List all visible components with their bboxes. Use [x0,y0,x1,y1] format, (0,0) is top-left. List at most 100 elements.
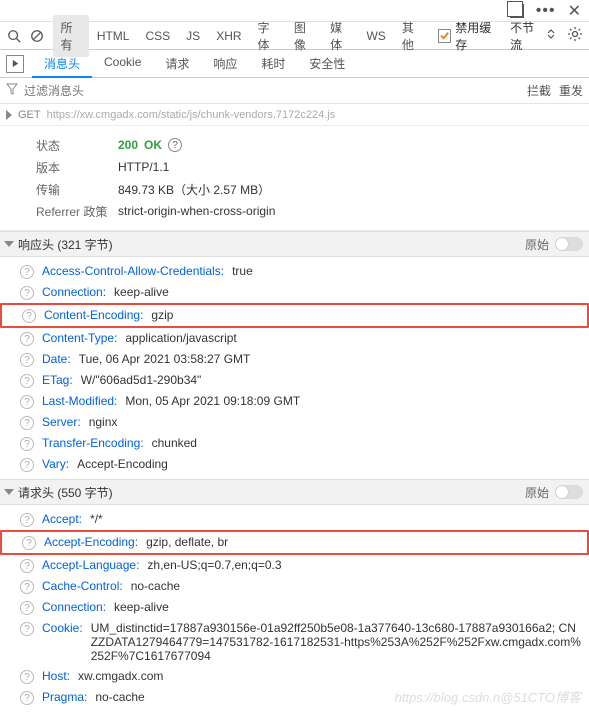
raw-toggle[interactable] [555,237,583,251]
panel-tab[interactable]: 消息头 [32,49,92,78]
header-name: Server: [42,415,81,429]
info-icon[interactable]: ? [20,691,34,705]
filter-tab-xhr[interactable]: XHR [208,25,249,47]
header-row: ? Server: nginx [0,412,589,433]
info-icon[interactable]: ? [22,536,36,550]
header-row: ? Content-Type: application/javascript [0,328,589,349]
raw-toggle[interactable] [555,485,583,499]
header-name: Vary: [42,457,69,471]
header-value: W/"606ad5d1-290b34" [81,373,202,387]
header-row: ?Cookie: UM_distinctid=17887a930156e-01a… [0,618,589,666]
header-value: application/javascript [125,331,236,345]
header-name: Host: [42,669,70,683]
gear-icon[interactable] [567,26,583,45]
header-name: Cookie: [42,621,83,635]
request-headers-title: 请求头 (550 字节) [18,484,113,501]
filter-headers-input[interactable] [24,84,521,98]
header-name: Content-Encoding: [44,308,143,322]
header-name: Connection: [42,600,106,614]
referrer-value: strict-origin-when-cross-origin [118,204,275,218]
header-name: Transfer-Encoding: [42,436,144,450]
transfer-value: 849.73 KB（大小 2.57 MB） [118,181,270,198]
info-icon[interactable]: ? [20,622,34,636]
status-text: OK [144,138,162,152]
info-icon[interactable]: ? [20,374,34,388]
panel-tab[interactable]: 请求 [153,49,201,78]
header-value: zh,en-US;q=0.7,en;q=0.3 [147,558,281,572]
raw-label: 原始 [525,484,549,501]
block-button[interactable]: 拦截 [527,82,551,99]
filter-tab-html[interactable]: HTML [89,25,138,47]
search-icon[interactable] [6,28,21,44]
header-row: ?Accept: */* [0,509,589,530]
header-row: ?Cache-Control: no-cache [0,576,589,597]
disable-cache-label: 禁用缓存 [455,19,500,53]
header-value: Tue, 06 Apr 2021 03:58:27 GMT [79,352,251,366]
header-row: ?Content-Encoding: gzip [0,303,589,328]
status-code: 200 [118,138,138,152]
header-value: no-cache [95,690,144,704]
header-value: chunked [152,436,197,450]
funnel-icon [6,83,18,98]
panel-tab[interactable]: 耗时 [249,49,297,78]
info-icon[interactable]: ? [22,309,36,323]
header-row: ?Accept-Language: zh,en-US;q=0.7,en;q=0.… [0,555,589,576]
header-name: Content-Type: [42,331,117,345]
dock-icon[interactable] [510,4,524,18]
header-value: Mon, 05 Apr 2021 09:18:09 GMT [125,394,300,408]
info-icon[interactable]: ? [20,332,34,346]
panel-tab[interactable]: Cookie [92,49,153,78]
header-row: ? Connection: keep-alive [0,282,589,303]
info-icon[interactable]: ? [20,395,34,409]
more-icon[interactable]: ••• [536,2,556,20]
header-name: Date: [42,352,71,366]
filter-tab-css[interactable]: CSS [137,25,178,47]
info-icon[interactable]: ? [20,353,34,367]
header-name: Connection: [42,285,106,299]
filter-tab-js[interactable]: JS [178,25,208,47]
panel-tab[interactable]: 安全性 [297,49,357,78]
info-icon[interactable]: ? [20,580,34,594]
header-name: ETag: [42,373,73,387]
header-value: keep-alive [114,285,169,299]
toggle-details-icon[interactable] [6,55,24,73]
header-value: gzip, deflate, br [146,535,228,549]
header-row: ? Pragma: no-cache [0,687,589,708]
info-icon[interactable]: ? [168,138,182,152]
collapse-icon[interactable] [4,489,14,495]
header-name: Pragma: [42,690,87,704]
header-value: true [232,264,253,278]
info-icon[interactable]: ? [20,601,34,615]
info-icon[interactable]: ? [20,265,34,279]
header-name: Accept: [42,512,82,526]
panel-tab[interactable]: 响应 [201,49,249,78]
header-row: ? Accept-Encoding: gzip, deflate, br [0,530,589,555]
header-value: nginx [89,415,118,429]
header-row: ? Date: Tue, 06 Apr 2021 03:58:27 GMT [0,349,589,370]
transfer-label: 传输 [36,181,108,198]
response-headers-title: 响应头 (321 字节) [18,236,113,253]
filter-tab-其他[interactable]: 其他 [394,15,430,57]
header-row: ? Vary: Accept-Encoding [0,454,589,475]
header-name: Accept-Encoding: [44,535,138,549]
filter-tab-ws[interactable]: WS [358,25,393,47]
info-icon[interactable]: ? [20,416,34,430]
header-value: Accept-Encoding [77,457,168,471]
header-value: no-cache [131,579,180,593]
info-icon[interactable]: ? [20,513,34,527]
expand-icon[interactable] [6,110,12,120]
collapse-icon[interactable] [4,241,14,247]
resend-button[interactable]: 重发 [559,82,583,99]
close-icon[interactable]: ✕ [568,1,581,21]
info-icon[interactable]: ? [20,286,34,300]
info-icon[interactable]: ? [20,670,34,684]
header-name: Access-Control-Allow-Credentials: [42,264,224,278]
header-row: ? Transfer-Encoding: chunked [0,433,589,454]
info-icon[interactable]: ? [20,458,34,472]
info-icon[interactable]: ? [20,559,34,573]
disable-cache-checkbox[interactable]: 禁用缓存 [438,19,500,53]
info-icon[interactable]: ? [20,437,34,451]
clear-icon[interactable] [29,28,44,44]
throttle-select[interactable]: 不节流 [510,19,557,53]
header-row: ?Connection: keep-alive [0,597,589,618]
